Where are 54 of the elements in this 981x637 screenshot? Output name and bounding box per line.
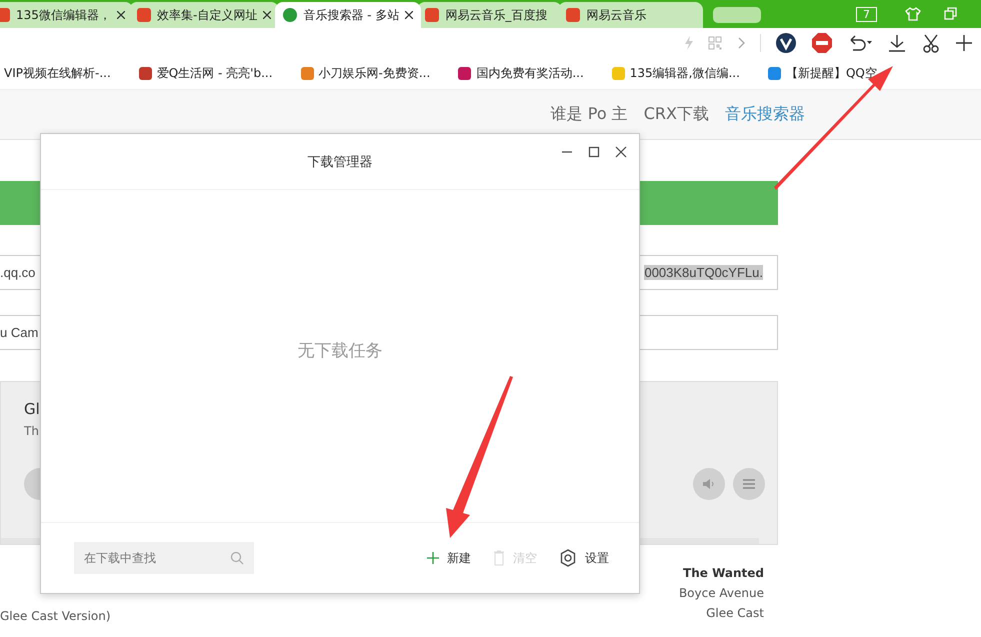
action-button[interactable]: 设置 bbox=[559, 549, 609, 567]
bookmark-icon bbox=[612, 67, 625, 80]
browser-tab[interactable]: 音乐搜索器 - 多站 bbox=[275, 2, 422, 28]
close-icon[interactable] bbox=[117, 11, 125, 19]
trash-icon bbox=[493, 550, 505, 566]
nav-link[interactable]: CRX下载 bbox=[644, 104, 709, 125]
song-title: Gl bbox=[24, 400, 41, 418]
site-icon bbox=[0, 8, 10, 22]
close-icon[interactable] bbox=[615, 146, 627, 158]
selected-text: 0003K8uTQ0cYFLu. bbox=[644, 265, 763, 280]
bookmark-icon bbox=[768, 67, 781, 80]
menu-button[interactable] bbox=[733, 468, 765, 500]
site-icon bbox=[425, 8, 440, 22]
adblock-icon[interactable] bbox=[811, 32, 833, 54]
site-icon bbox=[137, 8, 151, 22]
v-shield-icon[interactable] bbox=[775, 32, 797, 54]
song-artist-text: Boyce Avenue bbox=[678, 585, 764, 602]
browser-tab[interactable]: 网易云音乐 bbox=[558, 2, 704, 28]
site-icon bbox=[566, 8, 580, 22]
browser-tab[interactable]: 135微信编辑器， bbox=[0, 2, 133, 28]
action-button[interactable]: 新建 bbox=[427, 550, 471, 566]
nav-link[interactable]: 谁是 Po 主 bbox=[550, 104, 628, 125]
empty-message: 无下载任务 bbox=[298, 340, 382, 362]
speaker-icon bbox=[703, 479, 715, 489]
shirt-icon[interactable] bbox=[905, 6, 921, 22]
maximize-icon[interactable] bbox=[588, 146, 600, 158]
restore-icon[interactable] bbox=[943, 6, 959, 22]
bookmark-icon bbox=[458, 67, 472, 80]
browser-tab[interactable]: 网易云音乐_百度搜 bbox=[417, 2, 562, 28]
bookmark-item[interactable]: VIP视频在线解析-... bbox=[4, 65, 111, 82]
song-artist: Th bbox=[24, 424, 40, 438]
gear-icon bbox=[559, 549, 577, 567]
search-field[interactable]: 在下载中查找 bbox=[74, 542, 254, 574]
plus-icon[interactable] bbox=[955, 34, 973, 52]
download-icon[interactable] bbox=[887, 33, 907, 53]
bookmark-icon bbox=[300, 67, 314, 80]
bookmark-item[interactable]: 爱Q生活网 - 亮亮'b... bbox=[138, 65, 273, 82]
song-artist-text: Glee Cast bbox=[705, 605, 764, 622]
bookmark-item[interactable]: 135编辑器,微信编... bbox=[612, 65, 740, 82]
bookmark-item[interactable]: 小刀娱乐网-免费资... bbox=[300, 65, 430, 82]
browser-tab[interactable]: 效率集-自定义网址 bbox=[129, 2, 280, 28]
bookmark-item[interactable]: 国内免费有奖活动... bbox=[458, 65, 584, 82]
close-icon[interactable] bbox=[263, 11, 272, 19]
dialog-title: 下载管理器 bbox=[308, 154, 372, 170]
plus-icon bbox=[427, 552, 439, 564]
scissors-icon[interactable] bbox=[921, 33, 941, 53]
song-artist-text: The Wanted bbox=[682, 565, 764, 582]
field-text: .qq.co bbox=[0, 265, 36, 280]
song-caption: Glee Cast Version) bbox=[0, 609, 112, 623]
close-icon[interactable] bbox=[405, 11, 414, 19]
bookmark-icon bbox=[138, 67, 152, 80]
menu-icon bbox=[743, 479, 755, 489]
search-icon bbox=[230, 551, 244, 565]
site-icon bbox=[283, 8, 298, 22]
